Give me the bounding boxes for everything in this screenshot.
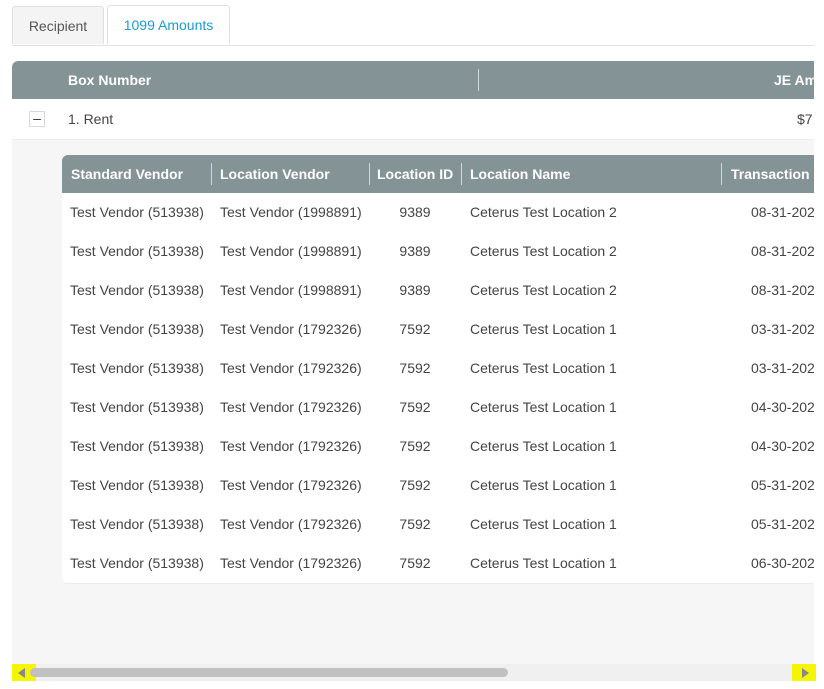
column-divider[interactable] (369, 163, 370, 185)
location-vendor-cell: Test Vendor (1998891) (220, 282, 362, 298)
location-name-cell: Ceterus Test Location 1 (470, 360, 617, 376)
location-id-cell: 9389 (399, 204, 431, 220)
location-vendor-cell: Test Vendor (1792326) (220, 555, 362, 571)
location-name-cell: Ceterus Test Location 1 (470, 516, 617, 532)
table-row[interactable]: Test Vendor (513938) Test Vendor (179232… (62, 505, 814, 545)
location-name-column-header[interactable]: Location Name (470, 155, 570, 193)
location-id-column-header[interactable]: Location ID (377, 155, 453, 193)
location-id-cell: 7592 (399, 321, 431, 337)
transaction-date-column-header[interactable]: Transaction I (731, 155, 814, 193)
je-amount-value: $7: (797, 111, 814, 127)
location-vendor-cell: Test Vendor (1792326) (220, 360, 362, 376)
column-divider[interactable] (211, 163, 212, 185)
standard-vendor-cell: Test Vendor (513938) (70, 555, 204, 571)
box-label: 1. Rent (68, 111, 114, 127)
table-row[interactable]: Test Vendor (513938) Test Vendor (179232… (62, 310, 814, 350)
standard-vendor-cell: Test Vendor (513938) (70, 438, 204, 454)
standard-vendor-cell: Test Vendor (513938) (70, 516, 204, 532)
standard-vendor-cell: Test Vendor (513938) (70, 204, 204, 220)
standard-vendor-column-header[interactable]: Standard Vendor (71, 155, 183, 193)
standard-vendor-cell: Test Vendor (513938) (70, 399, 204, 415)
standard-vendor-cell: Test Vendor (513938) (70, 321, 204, 337)
location-id-cell: 9389 (399, 243, 431, 259)
transaction-date-cell: 05-31-202 (751, 516, 814, 532)
location-vendor-cell: Test Vendor (1998891) (220, 243, 362, 259)
column-divider[interactable] (461, 163, 462, 185)
location-vendor-cell: Test Vendor (1998891) (220, 204, 362, 220)
location-vendor-cell: Test Vendor (1792326) (220, 438, 362, 454)
tab-recipient[interactable]: Recipient (12, 6, 104, 44)
standard-vendor-cell: Test Vendor (513938) (70, 477, 204, 493)
location-name-cell: Ceterus Test Location 2 (470, 243, 617, 259)
table-row[interactable]: Test Vendor (513938) Test Vendor (179232… (62, 466, 814, 506)
location-name-cell: Ceterus Test Location 2 (470, 282, 617, 298)
table-row[interactable]: Test Vendor (513938) Test Vendor (179232… (62, 544, 814, 583)
table-row[interactable]: Test Vendor (513938) Test Vendor (199889… (62, 193, 814, 233)
detail-grid-header: Standard Vendor Location Vendor Location… (62, 155, 814, 193)
transaction-date-cell: 03-31-202 (751, 321, 814, 337)
location-id-cell: 7592 (399, 360, 431, 376)
standard-vendor-cell: Test Vendor (513938) (70, 243, 204, 259)
transaction-date-cell: 08-31-202 (751, 282, 814, 298)
location-vendor-cell: Test Vendor (1792326) (220, 516, 362, 532)
page: Recipient 1099 Amounts Box Number JE Am … (0, 0, 824, 689)
column-divider[interactable] (721, 163, 722, 185)
transaction-date-cell: 06-30-202 (751, 555, 814, 571)
location-id-cell: 7592 (399, 555, 431, 571)
location-name-cell: Ceterus Test Location 1 (470, 399, 617, 415)
location-vendor-cell: Test Vendor (1792326) (220, 321, 362, 337)
table-row[interactable]: Test Vendor (513938) Test Vendor (179232… (62, 349, 814, 389)
location-vendor-column-header[interactable]: Location Vendor (220, 155, 330, 193)
standard-vendor-cell: Test Vendor (513938) (70, 360, 204, 376)
je-amount-column-header[interactable]: JE Am (774, 61, 814, 99)
collapse-row-button[interactable]: – (29, 111, 45, 127)
box-number-column-header[interactable]: Box Number (68, 61, 151, 99)
location-name-cell: Ceterus Test Location 1 (470, 555, 617, 571)
location-id-cell: 7592 (399, 438, 431, 454)
location-id-cell: 9389 (399, 282, 431, 298)
tab-bar: Recipient 1099 Amounts (12, 5, 814, 46)
location-name-cell: Ceterus Test Location 1 (470, 477, 617, 493)
transaction-date-cell: 03-31-202 (751, 360, 814, 376)
location-id-cell: 7592 (399, 516, 431, 532)
table-row[interactable]: Test Vendor (513938) Test Vendor (199889… (62, 271, 814, 311)
location-name-cell: Ceterus Test Location 1 (470, 321, 617, 337)
transaction-date-cell: 04-30-202 (751, 399, 814, 415)
location-vendor-cell: Test Vendor (1792326) (220, 399, 362, 415)
location-id-cell: 7592 (399, 477, 431, 493)
location-name-cell: Ceterus Test Location 2 (470, 204, 617, 220)
arrow-left-icon (18, 668, 25, 678)
arrow-right-icon (802, 668, 809, 678)
table-row[interactable]: Test Vendor (513938) Test Vendor (179232… (62, 427, 814, 467)
box-grid-header: Box Number JE Am (12, 61, 814, 99)
transaction-date-cell: 04-30-202 (751, 438, 814, 454)
transaction-date-cell: 08-31-202 (751, 204, 814, 220)
tab-1099-amounts[interactable]: 1099 Amounts (107, 5, 230, 45)
location-id-cell: 7592 (399, 399, 431, 415)
column-divider[interactable] (478, 69, 479, 91)
location-vendor-cell: Test Vendor (1792326) (220, 477, 362, 493)
box-row[interactable]: – 1. Rent $7: (12, 99, 814, 140)
transaction-date-cell: 08-31-202 (751, 243, 814, 259)
standard-vendor-cell: Test Vendor (513938) (70, 282, 204, 298)
scroll-right-icon[interactable] (792, 664, 816, 681)
scrollbar-thumb[interactable] (30, 668, 508, 677)
horizontal-scrollbar[interactable] (12, 664, 816, 681)
location-name-cell: Ceterus Test Location 1 (470, 438, 617, 454)
box-number-grid: Box Number JE Am – 1. Rent $7: Standard … (12, 61, 814, 681)
table-row[interactable]: Test Vendor (513938) Test Vendor (199889… (62, 232, 814, 272)
table-row[interactable]: Test Vendor (513938) Test Vendor (179232… (62, 388, 814, 428)
transaction-date-cell: 05-31-202 (751, 477, 814, 493)
detail-grid: Standard Vendor Location Vendor Location… (62, 155, 814, 584)
